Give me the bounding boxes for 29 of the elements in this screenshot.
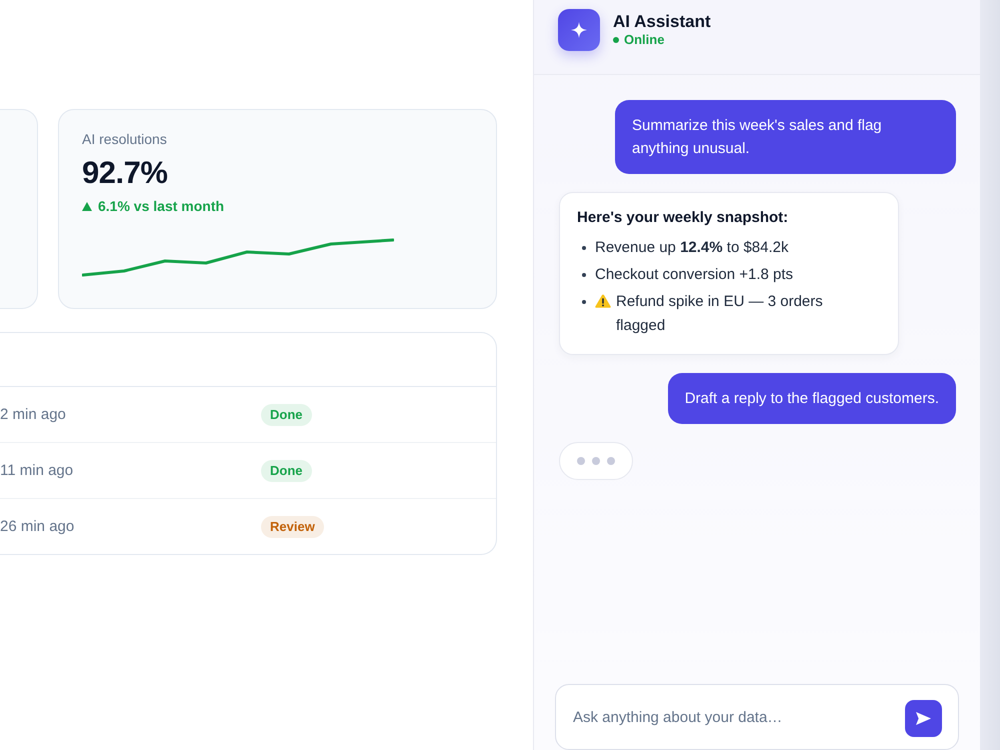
user-message: Draft a reply to the flagged customers. (668, 373, 956, 424)
status-badge: Review (261, 516, 324, 538)
list-item-text: Revenue up 12.4% to $84.2k (595, 238, 790, 258)
bullet-icon (582, 300, 586, 304)
status-badge: Done (261, 460, 312, 482)
typing-dot-icon (607, 457, 615, 465)
user-message: Summarize this week's sales and flag anything unusual. (615, 100, 956, 174)
message-heading: Here's your weekly snapshot: (577, 208, 790, 228)
send-icon (916, 712, 931, 725)
metric-value: 92.7% (82, 155, 168, 191)
status-label: Online (624, 32, 664, 48)
table-cell: 26 min ago (0, 518, 74, 536)
assistant-name: AI Assistant (613, 12, 711, 32)
up-triangle-icon (82, 200, 92, 212)
typing-dot-icon (577, 457, 585, 465)
table-cell: 11 min ago (0, 462, 74, 480)
metric-change: 6.1% vs last month (98, 197, 224, 215)
typing-dot-icon (592, 457, 600, 465)
status-badge: Done (261, 404, 312, 426)
bullet-icon (582, 273, 586, 277)
table-cell: 2 min ago (0, 406, 66, 424)
sparkle-icon (558, 9, 600, 51)
list-item-text: Refund spike in EU — 3 orders flagged (616, 292, 824, 336)
list-item-text: Checkout conversion +1.8 pts (595, 265, 794, 285)
warning-icon (595, 294, 611, 308)
send-button[interactable] (905, 700, 942, 737)
message-input[interactable]: Ask anything about your data… (555, 684, 959, 750)
metric-label: AI resolutions (82, 130, 168, 148)
bullet-icon (582, 246, 586, 250)
